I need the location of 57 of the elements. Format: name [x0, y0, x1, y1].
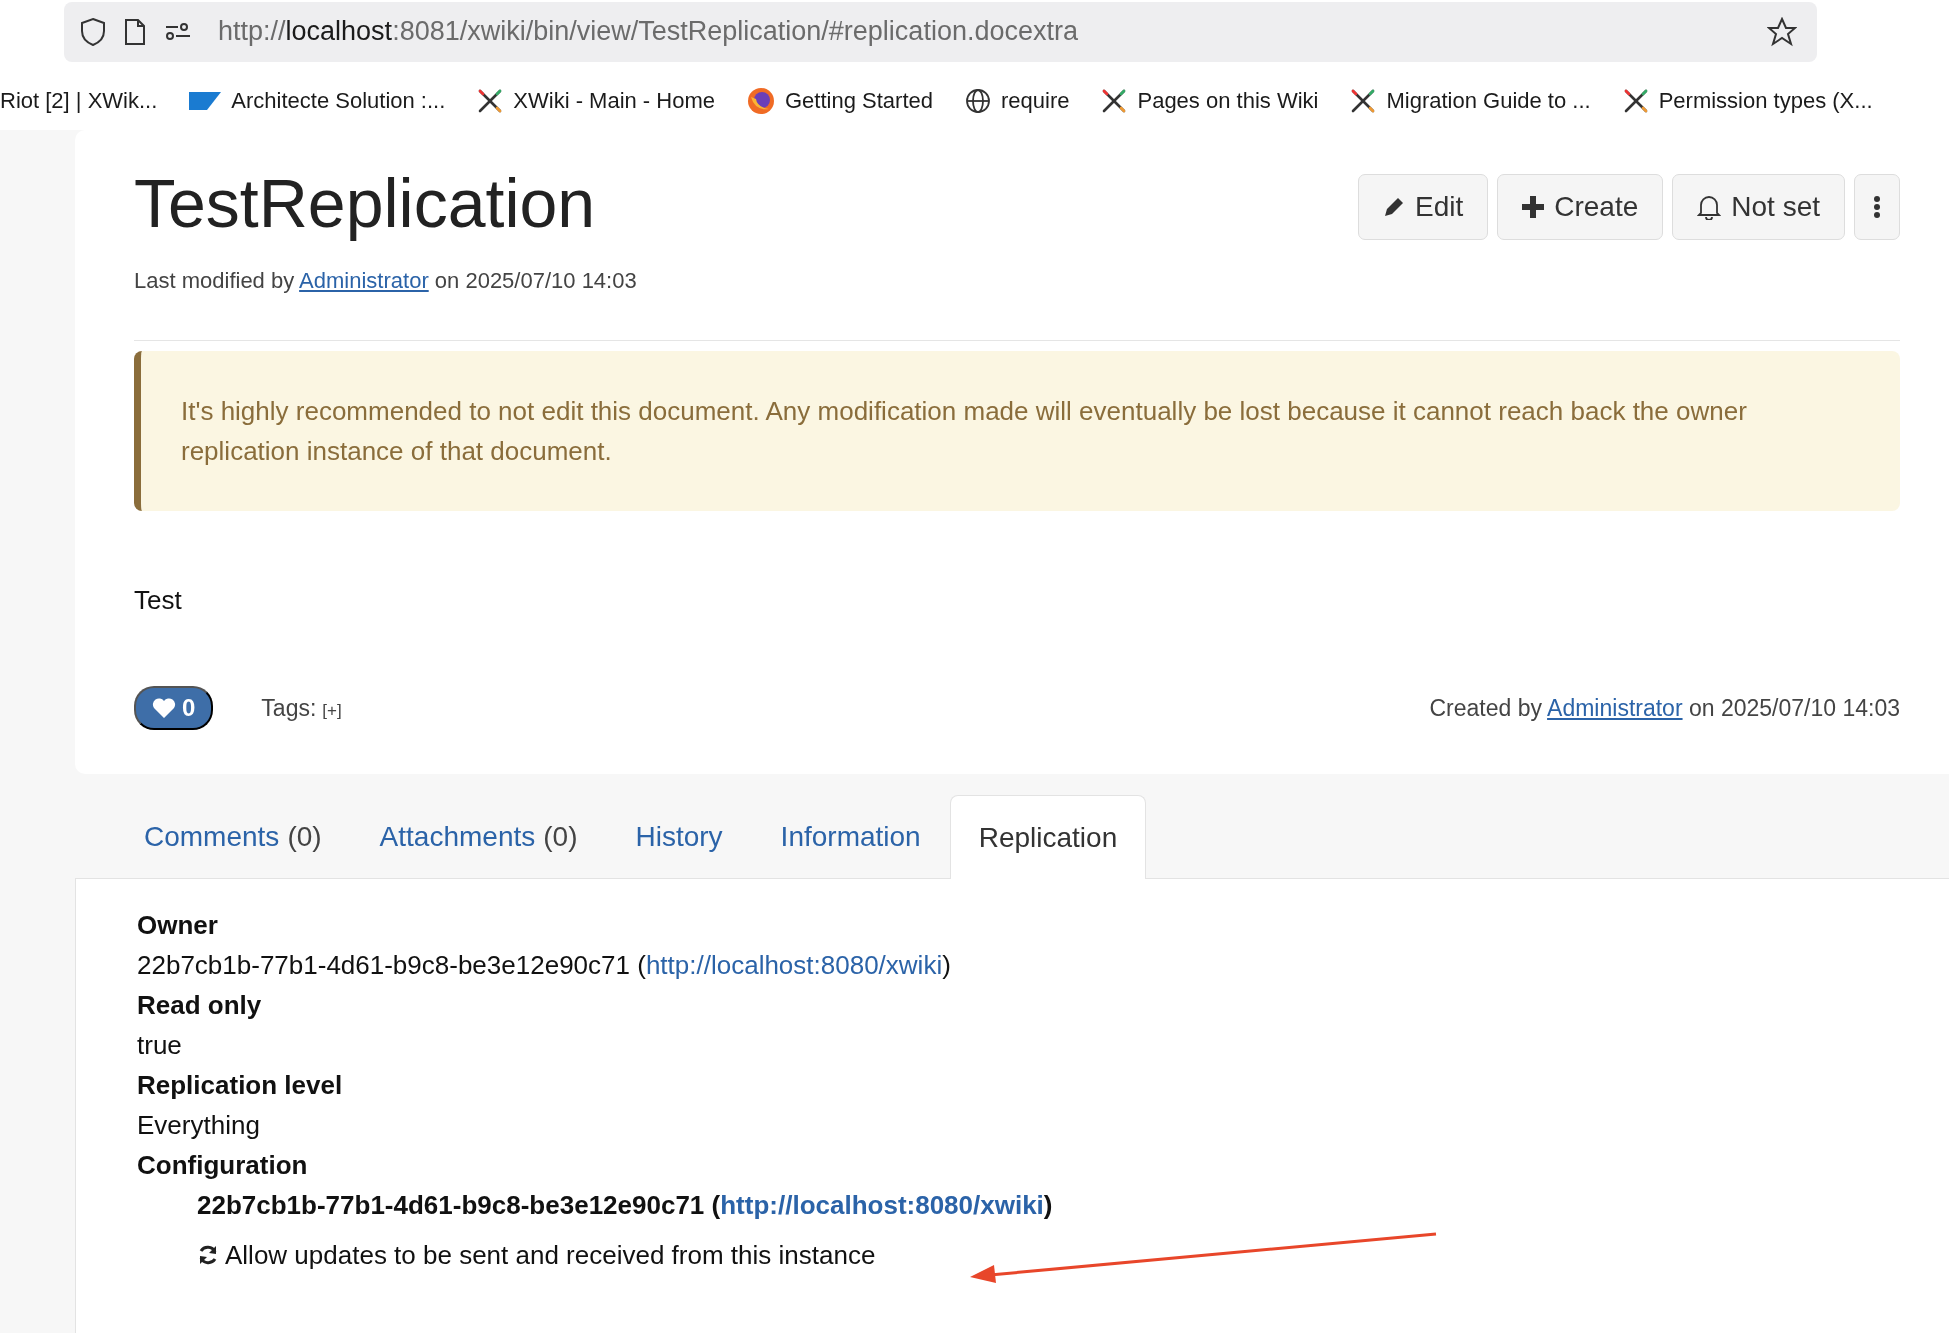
refresh-icon [197, 1244, 219, 1266]
shield-icon [80, 17, 106, 47]
field-label: Read only [137, 989, 263, 1022]
plus-icon [1522, 196, 1545, 218]
bookmark-link[interactable]: Migration Guide to ... [1386, 88, 1591, 114]
bookmark-link[interactable]: Architecte Solution :... [231, 88, 446, 114]
tab[interactable]: History [606, 794, 752, 878]
tab[interactable]: Replication [949, 795, 1147, 879]
field-label: Configuration [137, 1149, 309, 1182]
author-link[interactable]: Administrator [1547, 694, 1683, 721]
edit-button[interactable]: Edit [1358, 174, 1489, 240]
tab[interactable]: Attachments (0) [350, 794, 607, 878]
bell-icon [1697, 194, 1722, 220]
read-only-value: true [137, 1029, 183, 1062]
cross-icon [1101, 88, 1128, 114]
page-icon [124, 18, 146, 46]
bookmark-link[interactable]: Permission types (X... [1658, 88, 1873, 114]
instance-text: 22b7cb1b-77b1-4d61-b9c8-be3e12e90c71 (http://localhost:8080/xwiki) [197, 1189, 1053, 1222]
bookmark-link[interactable]: Pages on this Wiki [1137, 88, 1319, 114]
field-label: Owner [137, 909, 219, 942]
cross-icon [1350, 88, 1377, 114]
more-icon [1873, 195, 1881, 219]
bookmark-link[interactable]: Getting Started [785, 88, 933, 114]
replication-level-value: Everything [137, 1109, 261, 1142]
page-content: Test [134, 585, 183, 616]
url-text: http://localhost:8081/xwiki/bin/view/TestReplication/#replication.docextra [218, 16, 1079, 48]
browser-logo-icon [747, 87, 775, 115]
bookmark-link[interactable]: Riot [2] | XWik... [0, 88, 158, 114]
logo-icon [189, 92, 222, 110]
field-label: Replication level [137, 1069, 344, 1102]
warning-message: It's highly recommended to not edit this document. Any modification made will eventually be lost because it cannot reach back the owner replication instance of that document. [134, 351, 1900, 511]
pencil-icon [1383, 196, 1405, 218]
last-modified-text: Last modified by Administrator on 2025/07/10 14:03 [134, 268, 637, 294]
instance-link[interactable]: http://localhost:8080/xwiki [720, 1190, 1044, 1220]
author-link[interactable]: Administrator [299, 268, 429, 293]
cross-icon [477, 88, 504, 114]
bookmark-link[interactable]: require [1001, 88, 1070, 114]
bookmark-link[interactable]: XWiki - Main - Home [513, 88, 715, 114]
more-button[interactable] [1854, 174, 1900, 240]
sliders-icon [164, 21, 192, 43]
page-title: TestReplication [134, 164, 597, 242]
cross-icon [1622, 88, 1649, 114]
heart-icon [152, 697, 176, 719]
star-icon[interactable] [1767, 17, 1797, 47]
like-button[interactable]: 0 [134, 686, 214, 730]
replication-option-text: Allow updates to be sent and received from this instance [225, 1239, 876, 1272]
instance-link[interactable]: http://localhost:8080/xwiki [645, 950, 943, 980]
tab[interactable]: Comments (0) [115, 794, 351, 878]
tags-label: Tags: [261, 694, 317, 722]
globe-icon [965, 88, 991, 114]
tab[interactable]: Information [751, 794, 950, 878]
notifications-button[interactable]: Not set [1672, 174, 1845, 240]
owner-value: 22b7cb1b-77b1-4d61-b9c8-be3e12e90c71 (http://localhost:8080/xwiki) [137, 949, 952, 982]
create-button[interactable]: Create [1497, 174, 1664, 240]
address-bar[interactable]: http://localhost:8081/xwiki/bin/view/TestReplication/#replication.docextra [64, 2, 1817, 62]
created-by-text: Created by Administrator on 2025/07/10 14:03 [1429, 694, 1900, 722]
add-tag-link[interactable]: [+] [322, 700, 342, 721]
